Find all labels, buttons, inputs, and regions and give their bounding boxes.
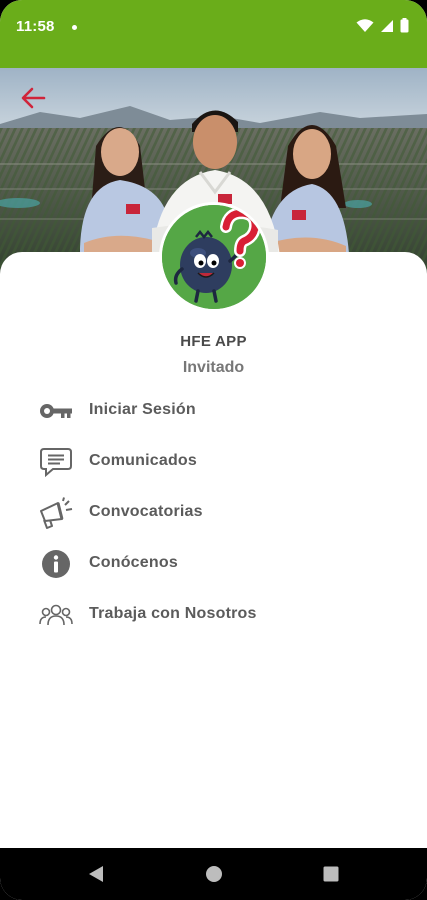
key-icon <box>38 395 74 427</box>
back-button[interactable] <box>18 84 50 112</box>
menu-item-label: Conócenos <box>89 554 178 571</box>
status-icons <box>356 18 409 33</box>
nav-back-button[interactable] <box>84 864 108 884</box>
home-circle-icon <box>206 866 222 882</box>
menu-item-label: Iniciar Sesión <box>89 401 196 418</box>
menu-item-label: Convocatorias <box>89 503 203 520</box>
side-menu: Iniciar Sesión Comunicados Convocatorias… <box>0 385 427 640</box>
system-nav-bar <box>0 848 427 900</box>
notification-dot-icon <box>72 25 77 30</box>
people-icon <box>38 599 74 631</box>
menu-item-convocatorias[interactable]: Convocatorias <box>0 487 427 538</box>
menu-item-trabaja-con-nosotros[interactable]: Trabaja con Nosotros <box>0 589 427 640</box>
back-triangle-icon <box>89 866 103 882</box>
battery-icon <box>400 18 409 33</box>
app-screen: 11:58 HFE APP Invitado Iniciar Sesión Co… <box>0 0 427 900</box>
blueberry-mascot-question-icon <box>162 205 266 309</box>
user-role: Invitado <box>182 359 245 376</box>
menu-item-label: Trabaja con Nosotros <box>89 605 257 622</box>
menu-item-comunicados[interactable]: Comunicados <box>0 436 427 487</box>
signal-icon <box>381 19 393 32</box>
menu-item-iniciar-sesion[interactable]: Iniciar Sesión <box>0 385 427 436</box>
nav-recents-button[interactable] <box>319 864 343 884</box>
menu-item-conocenos[interactable]: Conócenos <box>0 538 427 589</box>
megaphone-icon <box>38 497 74 529</box>
info-icon <box>38 548 74 580</box>
menu-item-label: Comunicados <box>89 452 197 469</box>
app-name: HFE APP <box>180 333 247 350</box>
status-time: 11:58 <box>16 18 55 35</box>
status-bar: 11:58 <box>0 0 427 68</box>
wifi-icon <box>356 18 374 32</box>
nav-home-button[interactable] <box>202 864 226 884</box>
arrow-left-icon <box>21 87 46 109</box>
avatar <box>162 205 266 309</box>
recents-square-icon <box>323 866 339 882</box>
message-icon <box>38 446 74 478</box>
